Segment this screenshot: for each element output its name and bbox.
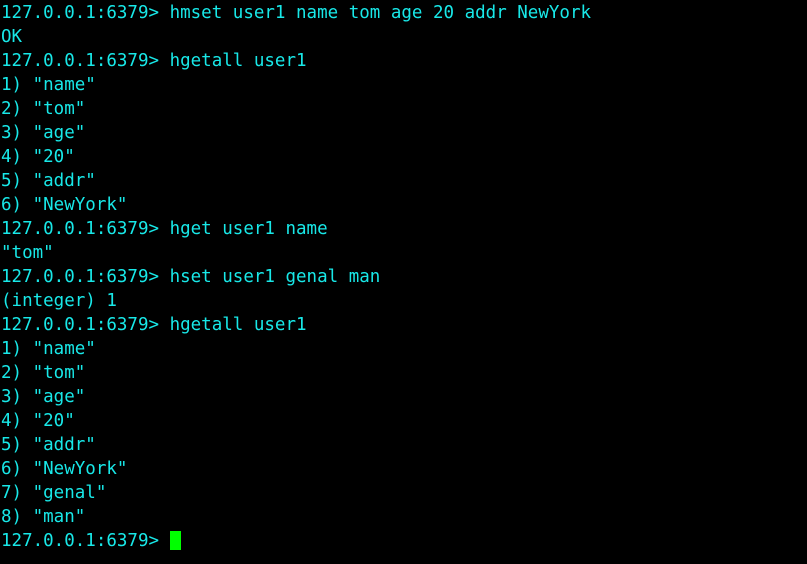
output-text: (integer) 1	[1, 291, 117, 311]
terminal-line: (integer) 1	[0, 289, 807, 313]
command-text: hset user1 genal man	[169, 267, 381, 287]
terminal-line: 127.0.0.1:6379> hgetall user1	[0, 313, 807, 337]
command-text: hgetall user1	[169, 51, 307, 71]
terminal-line: 5) "addr"	[0, 169, 807, 193]
terminal-line: OK	[0, 25, 807, 49]
terminal-line: 4) "20"	[0, 145, 807, 169]
terminal-line: 127.0.0.1:6379> hgetall user1	[0, 49, 807, 73]
output-text: 8) "man"	[1, 507, 86, 527]
output-text: 4) "20"	[1, 147, 75, 167]
output-text: 1) "name"	[1, 339, 96, 359]
output-text: 6) "NewYork"	[1, 459, 128, 479]
terminal-line: "tom"	[0, 241, 807, 265]
terminal-line: 127.0.0.1:6379> hget user1 name	[0, 217, 807, 241]
terminal-line: 5) "addr"	[0, 433, 807, 457]
output-text: 6) "NewYork"	[1, 195, 128, 215]
terminal-line: 8) "man"	[0, 505, 807, 529]
shell-prompt: 127.0.0.1:6379>	[1, 531, 170, 551]
terminal-line: 2) "tom"	[0, 361, 807, 385]
shell-prompt: 127.0.0.1:6379>	[1, 315, 170, 335]
terminal-line: 1) "name"	[0, 337, 807, 361]
terminal-line: 4) "20"	[0, 409, 807, 433]
output-text: OK	[1, 27, 23, 47]
terminal-line: 3) "age"	[0, 121, 807, 145]
terminal-screen[interactable]: 127.0.0.1:6379> hmset user1 name tom age…	[0, 1, 807, 553]
output-text: "tom"	[1, 243, 54, 263]
shell-prompt: 127.0.0.1:6379>	[1, 51, 170, 71]
terminal-line: 2) "tom"	[0, 97, 807, 121]
text-cursor	[169, 531, 181, 550]
output-text: 3) "age"	[1, 123, 86, 143]
terminal-line: 6) "NewYork"	[0, 457, 807, 481]
command-text: hmset user1 name tom age 20 addr NewYork	[169, 3, 592, 23]
output-text: 5) "addr"	[1, 171, 96, 191]
output-text: 2) "tom"	[1, 363, 86, 383]
shell-prompt: 127.0.0.1:6379>	[1, 219, 170, 239]
shell-prompt: 127.0.0.1:6379>	[1, 3, 170, 23]
output-text: 4) "20"	[1, 411, 75, 431]
output-text: 5) "addr"	[1, 435, 96, 455]
terminal-line: 6) "NewYork"	[0, 193, 807, 217]
terminal-line: 127.0.0.1:6379> hset user1 genal man	[0, 265, 807, 289]
output-text: 3) "age"	[1, 387, 86, 407]
command-text: hget user1 name	[169, 219, 328, 239]
shell-prompt: 127.0.0.1:6379>	[1, 267, 170, 287]
output-text: 7) "genal"	[1, 483, 107, 503]
terminal-window[interactable]: 127.0.0.1:6379> hmset user1 name tom age…	[0, 0, 807, 564]
output-text: 2) "tom"	[1, 99, 86, 119]
terminal-line: 127.0.0.1:6379>	[0, 529, 807, 553]
terminal-line: 1) "name"	[0, 73, 807, 97]
terminal-line: 7) "genal"	[0, 481, 807, 505]
output-text: 1) "name"	[1, 75, 96, 95]
terminal-line: 3) "age"	[0, 385, 807, 409]
terminal-line: 127.0.0.1:6379> hmset user1 name tom age…	[0, 1, 807, 25]
command-text: hgetall user1	[169, 315, 307, 335]
